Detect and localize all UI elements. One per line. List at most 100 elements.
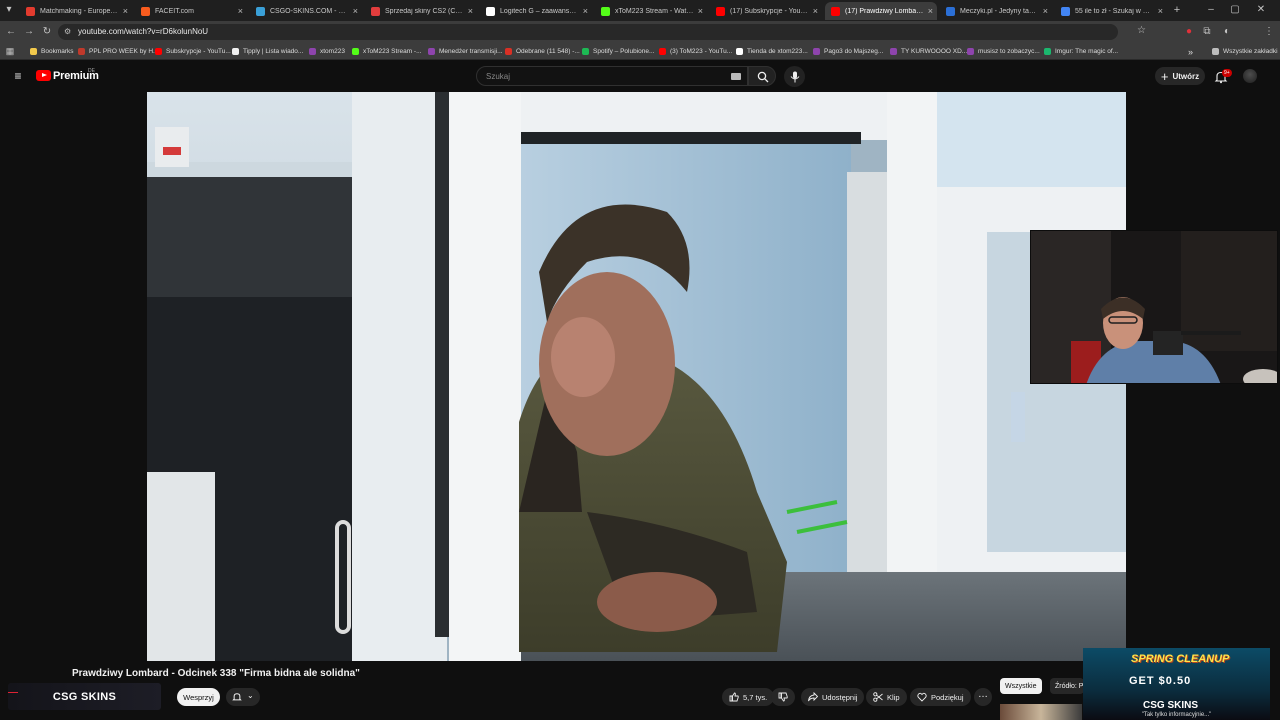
bookmark-item[interactable]: Spotify – Polubione... (582, 46, 654, 57)
filter-chip-source[interactable]: Źródło: P (1050, 678, 1084, 694)
close-icon[interactable]: × (813, 6, 818, 16)
thumbs-up-icon (729, 692, 739, 702)
close-icon[interactable]: × (238, 6, 243, 16)
window-close-icon[interactable]: ✕ (1254, 3, 1268, 17)
bookmark-favicon-icon (736, 48, 743, 55)
bookmark-item[interactable]: Pago3 do Majszeg... (813, 46, 883, 57)
close-icon[interactable]: × (583, 6, 588, 16)
back-icon[interactable]: ← (4, 25, 18, 39)
more-actions-button[interactable]: … (974, 688, 992, 706)
bookmark-star-icon[interactable]: ☆ (1137, 25, 1146, 36)
profile-icon[interactable]: ◐ (1220, 25, 1234, 39)
support-button[interactable]: Wesprzyj (177, 688, 220, 706)
thanks-heart-icon (917, 692, 927, 702)
site-info-icon[interactable]: ⚙ (64, 27, 71, 36)
all-bookmarks-folder[interactable]: Wszystkie zakładki (1212, 46, 1278, 57)
browser-tab[interactable]: FACEIT.com × (135, 2, 247, 20)
bookmark-favicon-icon (967, 48, 974, 55)
bookmark-favicon-icon (505, 48, 512, 55)
more-bookmarks-icon[interactable]: » (1188, 46, 1193, 57)
like-button[interactable]: 5,7 tys. (722, 688, 775, 706)
filter-chip-all[interactable]: Wszystkie (1000, 678, 1042, 694)
browser-tab[interactable]: CSGO-SKINS.COM - Najlepsz× (250, 2, 362, 20)
bookmark-item[interactable]: xtom223 (309, 46, 345, 57)
chevron-down-icon: ⌄ (247, 691, 254, 700)
tab-favicon-icon (1061, 6, 1070, 16)
browser-tab[interactable]: (17) Subskrypcje - YouTube × (710, 2, 822, 20)
forward-icon[interactable]: → (22, 25, 36, 39)
close-icon[interactable]: × (1043, 6, 1048, 16)
youtube-header: ≡ Premium DE Szukaj + Utwórz 9+ (0, 60, 1280, 92)
url-text: youtube.com/watch?v=rD6kolunNoU (78, 27, 209, 36)
share-button[interactable]: Udostępnij (801, 688, 865, 706)
close-icon[interactable]: × (468, 6, 473, 16)
bookmark-favicon-icon (78, 48, 85, 55)
browser-tab[interactable]: Logitech G – zaawansowany× (480, 2, 592, 20)
video-player[interactable] (147, 92, 1126, 661)
promo-brand: CSG SKINS (1143, 700, 1199, 711)
bookmark-favicon-icon (309, 48, 316, 55)
create-button[interactable]: + Utwórz (1155, 67, 1205, 85)
maximize-icon[interactable]: ▢ (1228, 3, 1242, 17)
browser-tab[interactable]: xToM223 Stream - Watch Live× (595, 2, 707, 20)
browser-tab[interactable]: Matchmaking - Europe 5v5 C× (20, 2, 132, 20)
bookmark-item[interactable]: Odebrane (11 548) -... (505, 46, 580, 57)
extensions-icon[interactable]: ⧉ (1200, 25, 1214, 39)
new-tab-button[interactable]: + (1170, 3, 1184, 17)
account-avatar[interactable] (1243, 69, 1257, 83)
search-input[interactable]: Szukaj (476, 66, 748, 86)
close-icon[interactable]: × (1158, 6, 1163, 16)
close-icon[interactable]: × (353, 6, 358, 16)
browser-tab-strip: ▾ Matchmaking - Europe 5v5 C× FACEIT.com… (0, 0, 1280, 21)
bookmark-item[interactable]: (3) ToM223 - YouTu... (659, 46, 732, 57)
bookmark-item[interactable]: PPL PRO WEEK by H... (78, 46, 158, 57)
browser-tab-active[interactable]: (17) Prawdziwy Lombard - Od× (825, 2, 937, 20)
browser-tab[interactable]: 55 ile to zł - Szukaj w Google× (1055, 2, 1167, 20)
banner-accent (8, 692, 18, 693)
clip-button[interactable]: Klip (866, 688, 907, 706)
hamburger-menu-icon[interactable]: ≡ (11, 69, 25, 83)
subscription-bell-button[interactable]: ⌄ (226, 688, 260, 706)
youtube-logo-icon[interactable] (36, 70, 51, 81)
browser-tab[interactable]: Sprzedaj skiny CS2 (CSGO) |× (365, 2, 477, 20)
bookmark-item[interactable]: Menedżer transmisji... (428, 46, 503, 57)
bookmark-favicon-icon (232, 48, 239, 55)
dislike-button[interactable] (771, 688, 795, 706)
keyboard-icon[interactable] (731, 73, 741, 80)
address-bar[interactable]: ⚙ youtube.com/watch?v=rD6kolunNoU ☆ (58, 24, 1146, 40)
tab-favicon-icon (141, 6, 150, 16)
minimize-icon[interactable]: – (1204, 3, 1218, 17)
promo-offer: GET $0.50 (1129, 675, 1192, 687)
bookmark-item[interactable]: Imgur: The magic of... (1044, 46, 1118, 57)
reload-icon[interactable]: ↻ (40, 25, 54, 39)
menu-kebab-icon[interactable]: ⋮ (1262, 25, 1276, 39)
close-icon[interactable]: × (928, 6, 933, 16)
bookmark-favicon-icon (813, 48, 820, 55)
tab-search-icon[interactable]: ▾ (2, 3, 16, 17)
search-button[interactable] (748, 66, 776, 86)
search-icon (757, 71, 769, 83)
bookmark-item[interactable]: Tipply | Lista wiado... (232, 46, 303, 57)
notifications-count-badge: 9+ (1222, 69, 1232, 77)
tab-favicon-icon (601, 6, 610, 16)
browser-tab[interactable]: Meczyki.pl - Jedyny taki porta× (940, 2, 1052, 20)
bookmark-item[interactable]: TY KURWOOOO XD... (890, 46, 967, 57)
apps-grid-icon[interactable]: ▦ (3, 44, 17, 58)
folder-icon (1212, 48, 1219, 55)
webcam-frame (1031, 231, 1277, 383)
bookmark-item[interactable]: Tienda de xtom223... (736, 46, 808, 57)
close-icon[interactable]: × (123, 6, 128, 16)
recommended-video-thumbnail[interactable] (1000, 704, 1082, 720)
extension-adblock-icon[interactable]: ● (1182, 25, 1196, 39)
voice-search-button[interactable] (784, 66, 805, 87)
thanks-button[interactable]: Podziękuj (910, 688, 971, 706)
bookmark-item[interactable]: Subskrypcje - YouTu... (155, 46, 231, 57)
scissors-icon (873, 692, 883, 702)
bookmark-item[interactable]: musisz to zobaczyc... (967, 46, 1040, 57)
bookmark-item[interactable]: Bookmarks (30, 46, 74, 57)
chat-message: "Tak tylko informacyjnie..." (1141, 712, 1212, 718)
thumbs-down-icon (778, 692, 788, 702)
bell-icon (232, 693, 242, 701)
bookmark-item[interactable]: xToM223 Stream -... (352, 46, 422, 57)
close-icon[interactable]: × (698, 6, 703, 16)
